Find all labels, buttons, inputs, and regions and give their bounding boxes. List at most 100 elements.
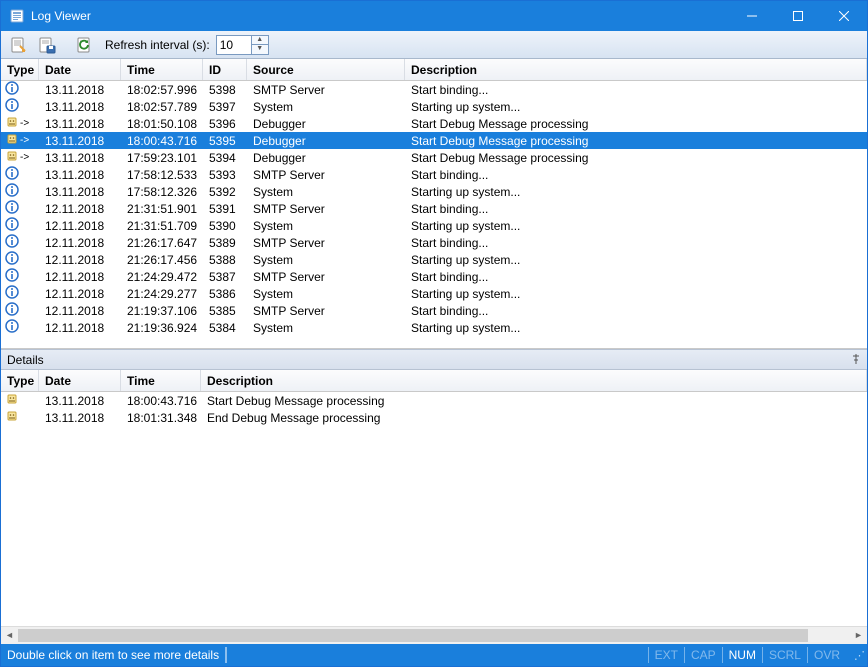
save-log-button[interactable] <box>35 33 59 57</box>
row-type-cell <box>1 98 39 115</box>
row-date: 13.11.2018 <box>39 150 121 166</box>
col-description[interactable]: Description <box>405 59 867 80</box>
details-grid-body[interactable]: 13.11.201818:00:43.716Start Debug Messag… <box>1 392 867 626</box>
table-row[interactable]: 12.11.201821:24:29.2775386SystemStarting… <box>1 285 867 302</box>
details-caption[interactable]: Details <box>1 349 867 370</box>
row-time: 18:00:43.716 <box>121 393 201 409</box>
pin-icon[interactable] <box>851 353 861 367</box>
row-date: 12.11.2018 <box>39 218 121 234</box>
details-grid-header[interactable]: Type Date Time Description <box>1 370 867 392</box>
row-id: 5395 <box>203 133 247 149</box>
status-bar: Double click on item to see more details… <box>1 644 867 666</box>
row-description: Start binding... <box>405 201 867 217</box>
minimize-button[interactable] <box>729 1 775 31</box>
row-type-cell <box>1 251 39 268</box>
details-caption-label: Details <box>7 353 44 367</box>
spinner-up[interactable]: ▲ <box>252 36 268 45</box>
row-source: System <box>247 320 405 336</box>
row-id: 5390 <box>203 218 247 234</box>
dcol-time[interactable]: Time <box>121 370 201 391</box>
table-row[interactable]: ->13.11.201818:01:50.1085396DebuggerStar… <box>1 115 867 132</box>
title-bar[interactable]: Log Viewer <box>1 1 867 31</box>
hscroll-right[interactable]: ► <box>850 627 867 644</box>
bug-icon <box>5 149 19 166</box>
row-description: Starting up system... <box>405 184 867 200</box>
indicator-ext: EXT <box>648 647 684 663</box>
hscroll-thumb[interactable] <box>18 629 808 642</box>
row-type-cell <box>1 285 39 302</box>
row-source: SMTP Server <box>247 303 405 319</box>
dcol-date[interactable]: Date <box>39 370 121 391</box>
close-button[interactable] <box>821 1 867 31</box>
info-icon <box>5 183 19 200</box>
info-icon <box>5 200 19 217</box>
hscroll-left[interactable]: ◄ <box>1 627 18 644</box>
table-row[interactable]: 13.11.201818:01:31.348End Debug Message … <box>1 409 867 426</box>
row-source: Debugger <box>247 116 405 132</box>
row-time: 17:59:23.101 <box>121 150 203 166</box>
arrow-right-icon: -> <box>20 135 32 146</box>
resize-grip[interactable]: ⋰ <box>846 649 867 662</box>
table-row[interactable]: 13.11.201817:58:12.3265392SystemStarting… <box>1 183 867 200</box>
row-type-cell <box>1 166 39 183</box>
row-source: Debugger <box>247 150 405 166</box>
table-row[interactable]: 12.11.201821:31:51.9015391SMTP ServerSta… <box>1 200 867 217</box>
refresh-interval-spinner[interactable]: ▲ ▼ <box>216 35 269 55</box>
open-log-button[interactable] <box>7 33 31 57</box>
horizontal-scrollbar[interactable]: ◄ ► <box>1 626 867 643</box>
toolbar: Refresh interval (s): ▲ ▼ <box>1 31 867 59</box>
col-source[interactable]: Source <box>247 59 405 80</box>
table-row[interactable]: 13.11.201817:58:12.5335393SMTP ServerSta… <box>1 166 867 183</box>
log-grid-header[interactable]: Type Date Time ID Source Description <box>1 59 867 81</box>
row-time: 17:58:12.326 <box>121 184 203 200</box>
col-time[interactable]: Time <box>121 59 203 80</box>
row-date: 13.11.2018 <box>39 133 121 149</box>
table-row[interactable]: ->13.11.201817:59:23.1015394DebuggerStar… <box>1 149 867 166</box>
row-type-cell <box>1 217 39 234</box>
spinner-down[interactable]: ▼ <box>252 45 268 54</box>
refresh-button[interactable] <box>73 33 97 57</box>
row-source: SMTP Server <box>247 82 405 98</box>
table-row[interactable]: ->13.11.201818:00:43.7165395DebuggerStar… <box>1 132 867 149</box>
row-id: 5389 <box>203 235 247 251</box>
dcol-type[interactable]: Type <box>1 370 39 391</box>
table-row[interactable]: 13.11.201818:02:57.7895397SystemStarting… <box>1 98 867 115</box>
row-type-cell <box>1 183 39 200</box>
col-date[interactable]: Date <box>39 59 121 80</box>
col-type[interactable]: Type <box>1 59 39 80</box>
table-row[interactable]: 13.11.201818:00:43.716Start Debug Messag… <box>1 392 867 409</box>
row-description: Start Debug Message processing <box>405 150 867 166</box>
info-icon <box>5 285 19 302</box>
table-row[interactable]: 13.11.201818:02:57.9965398SMTP ServerSta… <box>1 81 867 98</box>
dcol-description[interactable]: Description <box>201 370 867 391</box>
info-icon <box>5 81 19 98</box>
row-id: 5398 <box>203 82 247 98</box>
log-grid-body[interactable]: 13.11.201818:02:57.9965398SMTP ServerSta… <box>1 81 867 348</box>
row-source: System <box>247 99 405 115</box>
row-description: Starting up system... <box>405 218 867 234</box>
table-row[interactable]: 12.11.201821:26:17.6475389SMTP ServerSta… <box>1 234 867 251</box>
bug-icon <box>5 392 19 409</box>
table-row[interactable]: 12.11.201821:31:51.7095390SystemStarting… <box>1 217 867 234</box>
row-date: 12.11.2018 <box>39 252 121 268</box>
app-window: Log Viewer Refresh interval (s): ▲ ▼ <box>0 0 868 667</box>
row-id: 5392 <box>203 184 247 200</box>
row-type-cell <box>1 268 39 285</box>
info-icon <box>5 302 19 319</box>
arrow-right-icon: -> <box>20 118 32 129</box>
col-id[interactable]: ID <box>203 59 247 80</box>
table-row[interactable]: 12.11.201821:26:17.4565388SystemStarting… <box>1 251 867 268</box>
row-type-cell <box>1 81 39 98</box>
row-id: 5387 <box>203 269 247 285</box>
maximize-button[interactable] <box>775 1 821 31</box>
table-row[interactable]: 12.11.201821:24:29.4725387SMTP ServerSta… <box>1 268 867 285</box>
refresh-interval-input[interactable] <box>216 35 252 55</box>
row-description: Starting up system... <box>405 252 867 268</box>
table-row[interactable]: 12.11.201821:19:36.9245384SystemStarting… <box>1 319 867 336</box>
info-icon <box>5 268 19 285</box>
info-icon <box>5 166 19 183</box>
row-time: 21:26:17.456 <box>121 252 203 268</box>
row-date: 12.11.2018 <box>39 303 121 319</box>
table-row[interactable]: 12.11.201821:19:37.1065385SMTP ServerSta… <box>1 302 867 319</box>
row-id: 5391 <box>203 201 247 217</box>
